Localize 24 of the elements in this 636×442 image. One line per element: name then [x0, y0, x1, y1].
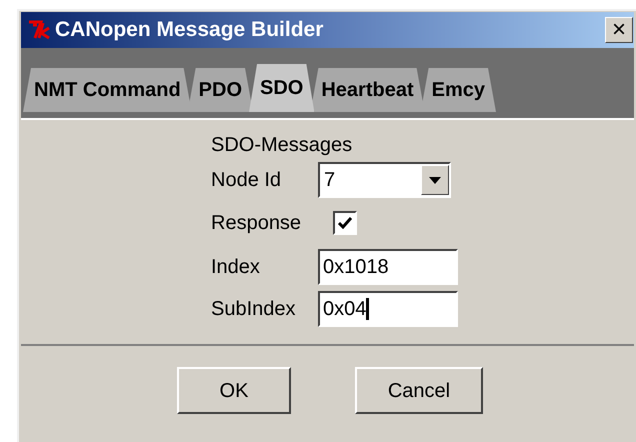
node-id-dropdown[interactable]: 7 [318, 162, 451, 198]
field-label: SubIndex [211, 297, 297, 322]
window-title: CANopen Message Builder [55, 17, 324, 44]
tab[interactable]: Heartbeat [310, 68, 425, 112]
response-checkbox[interactable] [333, 211, 357, 235]
tab[interactable]: SDO [249, 64, 314, 112]
tab[interactable]: PDO [188, 68, 254, 112]
field-label: Node Id [211, 168, 282, 193]
checkbox-label: Response [211, 211, 302, 236]
cancel-button[interactable]: Cancel [355, 367, 483, 414]
field-label: Index [211, 255, 261, 280]
app-logo-icon [27, 19, 53, 41]
tab[interactable]: NMT Command [23, 68, 192, 112]
checkmark-icon [338, 217, 352, 229]
section-heading: SDO-Messages [211, 133, 354, 158]
index-field[interactable]: 0x1018 [318, 249, 458, 285]
tab[interactable]: Emcy [420, 68, 496, 112]
caret-icon [429, 176, 441, 184]
ok-button[interactable]: OK [177, 367, 291, 414]
subindex-field[interactable]: 0x04 [318, 291, 458, 327]
close-button[interactable]: × [605, 17, 633, 43]
field-value: 0x04 [323, 297, 366, 322]
dropdown-button[interactable] [421, 165, 449, 195]
dropdown-value: 7 [323, 168, 336, 193]
